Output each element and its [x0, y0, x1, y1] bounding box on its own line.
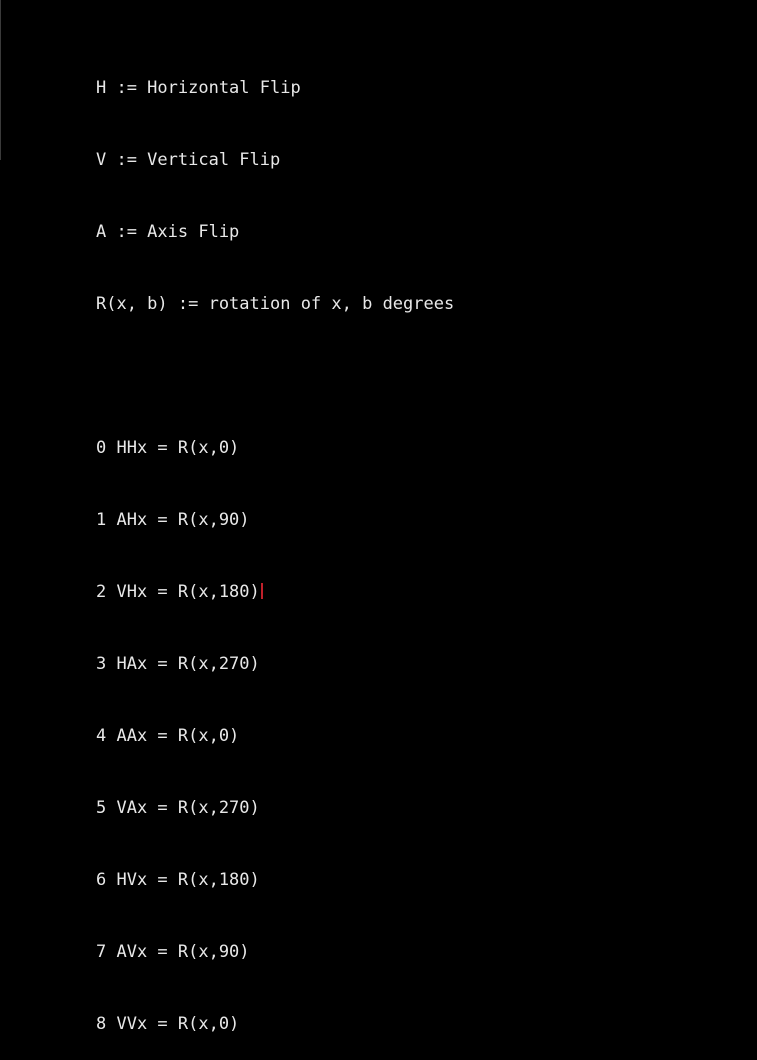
definition-line: R(x, b) := rotation of x, b degrees	[96, 294, 455, 314]
equation-line: 6 HVx = R(x,180)	[96, 870, 260, 890]
equation-line-with-cursor: 2 VHx = R(x,180)	[96, 580, 454, 604]
text-cursor	[260, 583, 263, 599]
equation-line: 8 VVx = R(x,0)	[96, 1014, 240, 1034]
equation-line: 5 VAx = R(x,270)	[96, 798, 260, 818]
equation-line: 7 AVx = R(x,90)	[96, 942, 250, 962]
definition-line: H := Horizontal Flip	[96, 78, 301, 98]
equation-line: 3 HAx = R(x,270)	[96, 654, 260, 674]
equation-text: 2 VHx = R(x,180)	[96, 582, 260, 602]
definition-line: A := Axis Flip	[96, 222, 240, 242]
window-left-edge	[0, 0, 1, 160]
equation-line: 0 HHx = R(x,0)	[96, 438, 240, 458]
text-editor-area[interactable]: H := Horizontal Flip V := Vertical Flip …	[96, 28, 454, 1060]
equation-line: 1 AHx = R(x,90)	[96, 510, 250, 530]
equation-line: 4 AAx = R(x,0)	[96, 726, 240, 746]
definition-line: V := Vertical Flip	[96, 150, 281, 170]
